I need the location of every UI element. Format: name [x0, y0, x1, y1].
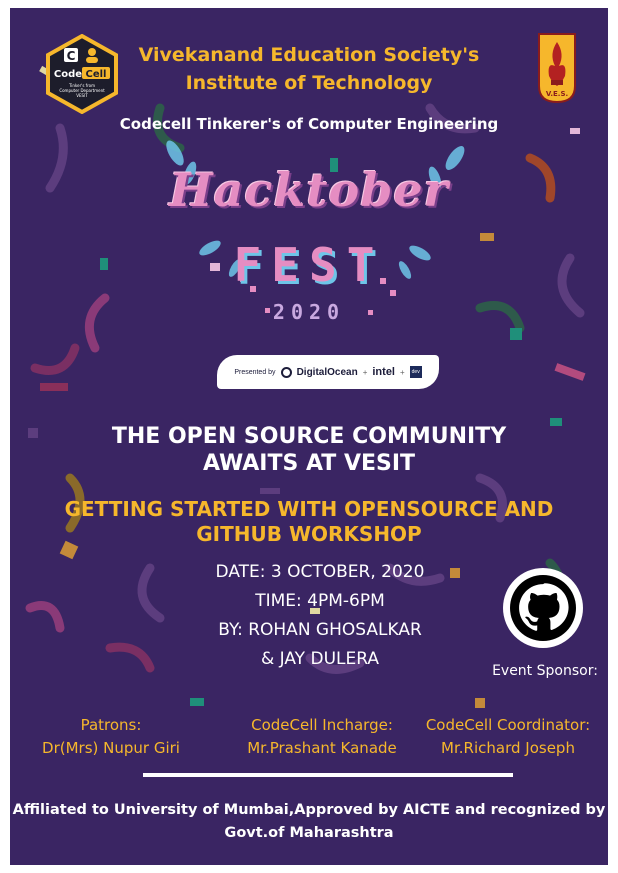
subtitle: Codecell Tinkerer's of Computer Engineer… — [119, 115, 499, 133]
patrons-name: Dr(Mrs) Nupur Giri — [42, 739, 180, 757]
patrons-title: Patrons: — [80, 716, 142, 734]
incharge-title: CodeCell Incharge: — [251, 716, 393, 734]
fest-title: FEST — [233, 238, 385, 292]
plus-separator: + — [362, 367, 368, 377]
footer-line2: Govt.of Maharashtra — [224, 825, 394, 841]
footer-line1: Affiliated to University of Mumbai,Appro… — [12, 802, 606, 818]
headline-line2: AWAITS AT VESIT — [202, 451, 416, 476]
poster: C Code Cell Tinker's from Computer Depar… — [10, 8, 608, 865]
coordinator-name: Mr.Richard Joseph — [441, 739, 575, 757]
event-sponsor-label: Event Sponsor: — [492, 663, 598, 679]
plus-separator: + — [400, 367, 405, 377]
digitalocean-icon — [280, 366, 292, 378]
event-date: DATE: 3 OCTOBER, 2020 — [215, 562, 425, 582]
sponsor-digitalocean: DigitalOcean — [296, 366, 358, 378]
headline-line1: THE OPEN SOURCE COMMUNITY — [111, 424, 507, 449]
github-logo — [503, 568, 583, 648]
fest-year: 2020 — [272, 300, 346, 324]
coordinator-title: CodeCell Coordinator: — [425, 716, 591, 734]
org-name-line1: Vivekanand Education Society's — [138, 44, 480, 66]
event-time: TIME: 4PM-6PM — [255, 591, 385, 611]
presented-by-banner: Presented by DigitalOcean + intel + dev — [217, 355, 439, 389]
presented-by-label: Presented by — [234, 368, 276, 376]
workshop-title-line2: GITHUB WORKSHOP — [196, 522, 422, 546]
event-speakers-line1: BY: ROHAN GHOSALKAR — [218, 620, 422, 640]
sponsor-intel: intel — [372, 366, 395, 378]
divider — [143, 773, 513, 777]
incharge-name: Mr.Prashant Kanade — [247, 739, 397, 757]
org-name-line2: Institute of Technology — [185, 72, 433, 94]
event-speakers-line2: & JAY DULERA — [261, 649, 379, 669]
workshop-title-line1: GETTING STARTED WITH OPENSOURCE AND — [64, 497, 554, 521]
hacktober-title: Hacktober — [169, 163, 449, 217]
github-icon — [510, 575, 576, 641]
dev-icon: dev — [409, 366, 422, 378]
